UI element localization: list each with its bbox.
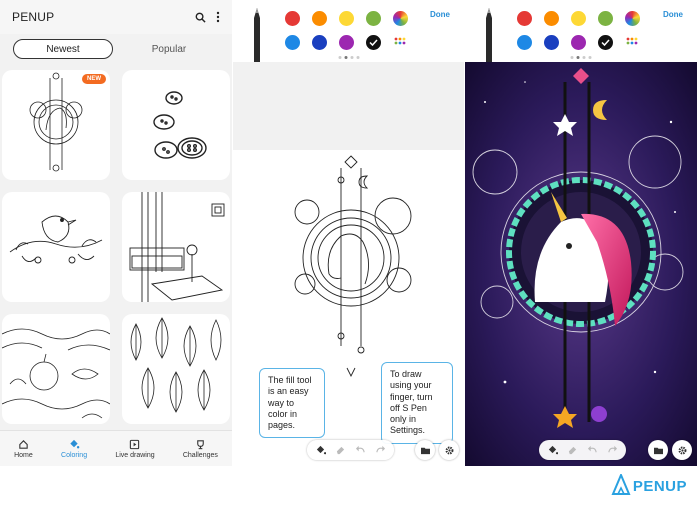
check-icon [369,39,378,47]
swatch-orange-2[interactable] [544,11,559,26]
settings-button-2[interactable] [672,440,692,460]
coloring-card-room[interactable] [122,192,230,302]
folder-icon-2 [653,447,663,454]
nav-live-drawing[interactable]: Live drawing [115,439,155,459]
color-spectrum-icon-2[interactable] [625,11,640,26]
palette-page-indicator [338,56,359,59]
sort-tabs: Newest Popular [0,34,232,64]
gear-icon [445,446,453,454]
penup-logo-icon [611,474,631,495]
app-header: PENUP [0,0,232,34]
swatch-black-selected[interactable] [366,35,381,50]
new-badge: NEW [82,74,106,84]
app-title: PENUP [12,10,55,24]
leaves-thumbnail [130,317,222,413]
nav-live-drawing-label: Live drawing [115,451,155,459]
folder-button[interactable] [415,440,435,460]
folder-button-2[interactable] [648,440,668,460]
drawing-toolbar-2 [539,440,626,460]
swatch-orange[interactable] [312,11,327,26]
tooltip-finger-drawing: To draw using your finger, turn off S Pe… [381,362,453,444]
color-palette-2: Done [465,0,697,62]
pencil-icon[interactable] [253,8,261,62]
swatch-red[interactable] [285,11,300,26]
dimmed-overlay [233,62,464,150]
coloring-icon [70,439,80,448]
more-options-icon[interactable] [216,11,220,23]
done-button[interactable]: Done [430,10,450,19]
coloring-card-apple[interactable] [2,314,110,424]
more-colors-icon-2[interactable] [626,37,640,49]
color-spectrum-icon[interactable] [393,11,408,26]
coloring-card-unicorn[interactable]: NEW [2,70,110,180]
penup-logo-text: PENUP [632,477,687,495]
apple-thumbnail [2,328,110,419]
gallery-screen: PENUP Newest Popular NEW Home Coloring L… [0,0,232,466]
nav-challenges[interactable]: Challenges [183,439,218,459]
eraser-icon[interactable] [335,445,346,455]
swatch-light-blue-2[interactable] [517,35,532,50]
undo-icon-2[interactable] [587,445,598,455]
nav-coloring[interactable]: Coloring [61,439,87,459]
done-button-2[interactable]: Done [663,10,683,19]
tab-newest[interactable]: Newest [13,39,113,59]
folder-icon [420,447,430,454]
colored-unicorn-artwork[interactable] [465,62,697,466]
swatch-green-2[interactable] [598,11,613,26]
nav-home-label: Home [14,451,33,459]
swatch-green[interactable] [366,11,381,26]
coloring-canvas[interactable]: The fill tool is an easy way to color in… [233,150,464,444]
redo-icon-2[interactable] [607,445,618,455]
colored-artwork-screen: Done [465,0,697,466]
tooltip-fill-tool: The fill tool is an easy way to color in… [259,368,325,439]
nav-home[interactable]: Home [14,439,33,459]
swatch-light-blue[interactable] [285,35,300,50]
swatch-blue-2[interactable] [544,35,559,50]
drawing-toolbar [307,440,394,460]
live-drawing-icon [130,439,140,449]
swatch-red-2[interactable] [517,11,532,26]
settings-button[interactable] [439,440,459,460]
unicorn-thumbnail [29,72,83,172]
nav-challenges-label: Challenges [182,451,218,459]
swatch-yellow-2[interactable] [571,11,586,26]
check-icon-2 [601,39,610,47]
eraser-icon-2[interactable] [567,445,578,455]
trophy-icon [197,439,204,449]
swatch-purple[interactable] [339,35,354,50]
palette-page-indicator-2 [570,56,592,59]
coloring-card-buttons[interactable] [122,70,230,180]
more-colors-icon[interactable] [394,37,408,49]
color-palette: Done [233,0,464,62]
buttons-thumbnail [153,91,207,159]
penup-logo: PENUP [611,474,687,498]
swatch-yellow[interactable] [339,11,354,26]
home-icon [19,439,28,449]
swatch-black-selected-2[interactable] [598,35,613,50]
nav-coloring-label: Coloring [61,451,88,459]
pencil-icon-2[interactable] [485,8,493,62]
gear-icon-2 [678,446,686,454]
search-icon[interactable] [195,12,206,23]
tooltip-finger-text: To draw using your finger, turn off S Pe… [390,369,433,436]
redo-icon[interactable] [375,445,386,455]
tab-popular[interactable]: Popular [119,39,219,59]
coloring-canvas-tutorial: Done The fill tool is an easy way to col… [233,0,464,466]
tooltip-fill-text: The fill tool is an easy way to color in… [268,375,312,430]
swatch-purple-2[interactable] [571,35,586,50]
coloring-card-bird[interactable] [2,192,110,302]
undo-icon[interactable] [355,445,366,455]
coloring-card-leaves[interactable] [122,314,230,424]
room-thumbnail [129,192,225,302]
fill-icon-2[interactable] [547,445,558,455]
bottom-navigation: Home Coloring Live drawing Challenges [0,430,232,466]
fill-icon[interactable] [315,445,326,455]
swatch-blue[interactable] [312,35,327,50]
bird-thumbnail [9,215,103,264]
